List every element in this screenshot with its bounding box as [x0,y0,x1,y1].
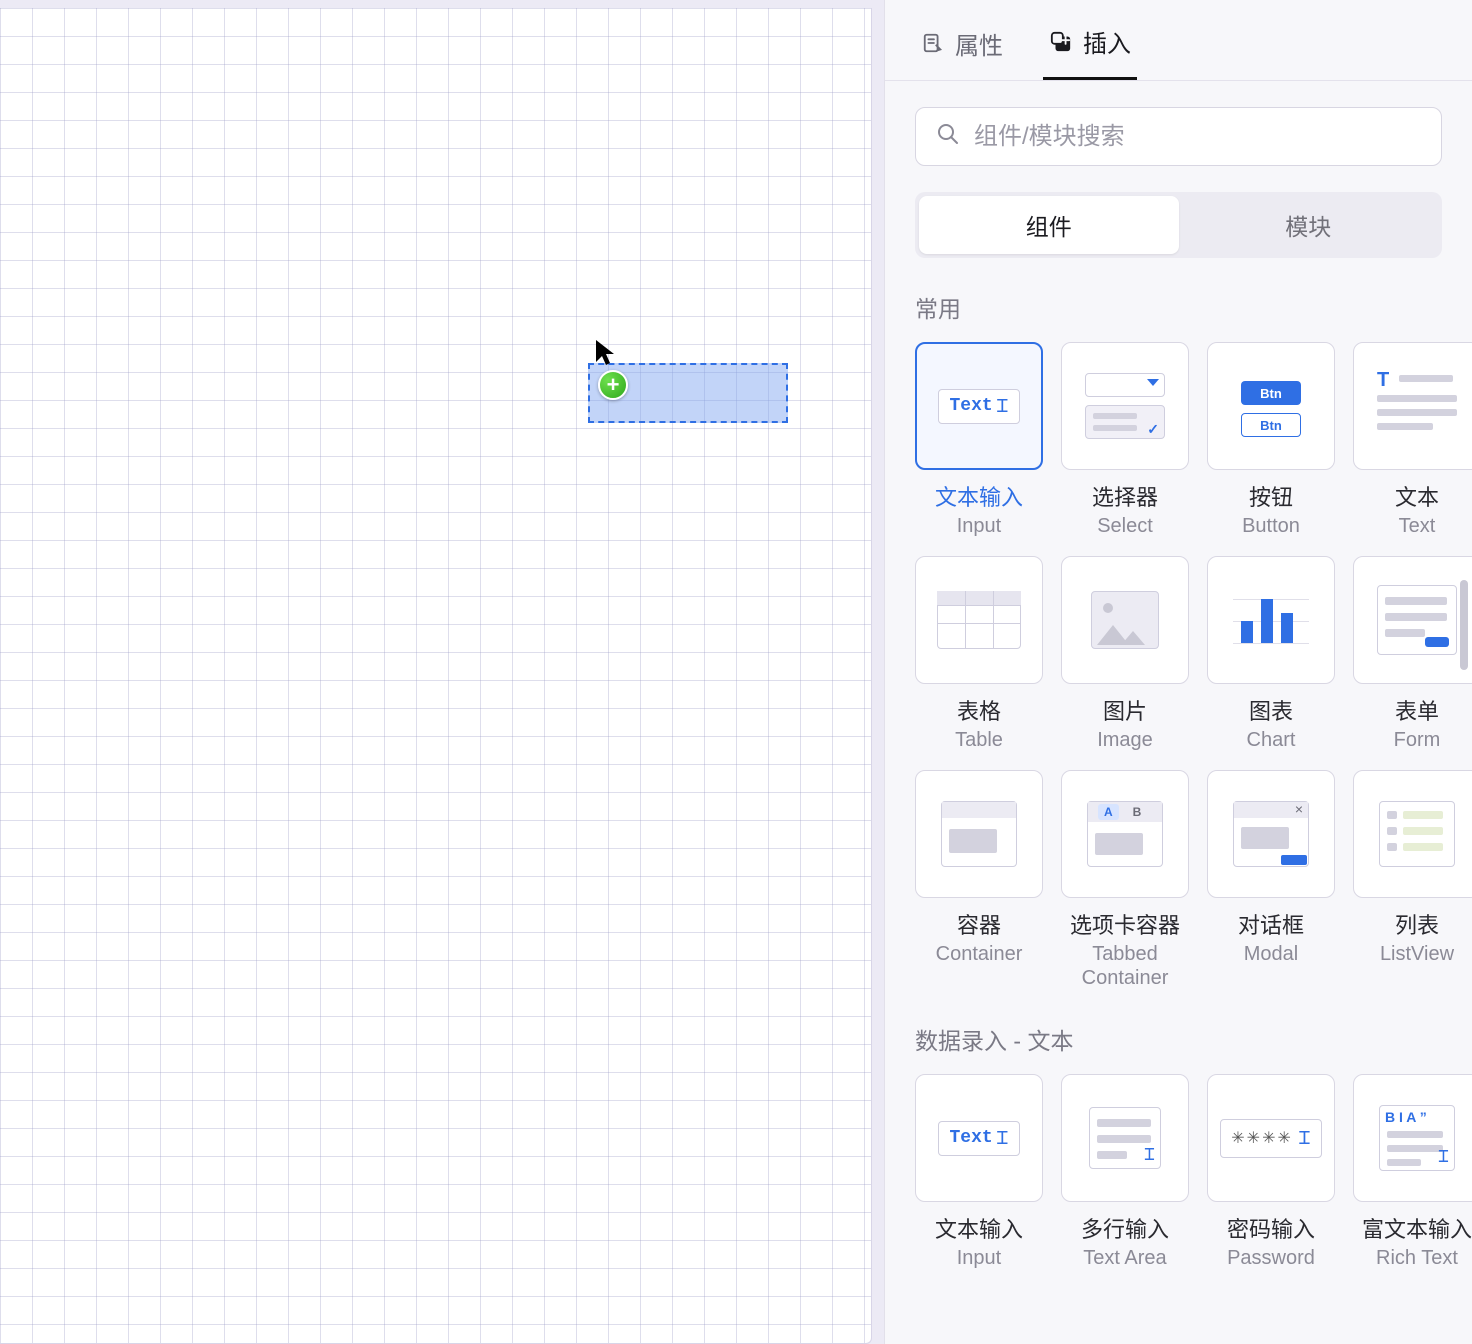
component-password[interactable]: ✳✳✳✳Ꮖ 密码输入 Password [1207,1074,1335,1270]
component-container[interactable]: 容器 Container [915,770,1043,990]
cursor-icon [594,338,616,366]
tabbed-b: B [1133,805,1142,819]
component-table-en: Table [955,728,1003,752]
canvas-grid [0,8,871,1343]
button-thumb-2: Btn [1241,413,1301,437]
tab-insert[interactable]: 插入 [1043,16,1137,80]
tab-properties[interactable]: 属性 [915,16,1009,80]
component-button-cn: 按钮 [1249,480,1293,512]
component-chart[interactable]: 图表 Chart [1207,556,1335,752]
component-table[interactable]: 表格 Table [915,556,1043,752]
component-image[interactable]: 图片 Image [1061,556,1189,752]
component-richtext[interactable]: B I A ” Ꮖ 富文本输入 Rich Text [1353,1074,1472,1270]
component-tabbed-en: Tabbed Container [1061,942,1189,990]
panel-tabs: 属性 插入 [885,0,1472,81]
component-chart-en: Chart [1247,728,1296,752]
tabbed-a: A [1098,804,1119,820]
component-textarea[interactable]: Ꮖ 多行输入 Text Area [1061,1074,1189,1270]
scrollbar-thumb[interactable] [1460,580,1468,670]
section-title-common: 常用 [915,290,1442,324]
component-password-en: Password [1227,1246,1315,1270]
component-form-en: Form [1394,728,1441,752]
canvas-area[interactable]: + [0,0,884,1344]
tab-insert-label: 插入 [1083,24,1131,59]
component-richtext-en: Rich Text [1376,1246,1458,1270]
side-panel: 属性 插入 组件 模块 常用 [884,0,1472,1344]
component-search[interactable] [915,107,1442,166]
component-password-cn: 密码输入 [1227,1212,1315,1244]
input2-thumb: Text [949,1128,992,1148]
component-richtext-cn: 富文本输入 [1362,1212,1472,1244]
component-text-cn: 文本 [1395,480,1439,512]
component-textarea-en: Text Area [1083,1246,1166,1270]
component-module-toggle: 组件 模块 [915,192,1442,258]
input-thumb-text: Text [949,396,992,416]
segment-modules[interactable]: 模块 [1179,196,1439,254]
tab-properties-label: 属性 [955,26,1003,61]
button-thumb-1: Btn [1241,381,1301,405]
component-input-data[interactable]: TextᏆ 文本输入 Input [915,1074,1043,1270]
insert-icon [1049,30,1073,54]
component-input-cn: 文本输入 [935,480,1023,512]
component-listview-en: ListView [1380,942,1454,966]
component-form-cn: 表单 [1395,694,1439,726]
component-image-cn: 图片 [1103,694,1147,726]
component-chart-cn: 图表 [1249,694,1293,726]
search-icon [936,122,960,151]
component-text[interactable]: T 文本 Text [1353,342,1472,538]
section-title-data-text: 数据录入 - 文本 [915,1022,1442,1056]
component-image-en: Image [1097,728,1153,752]
component-select-en: Select [1097,514,1153,538]
properties-icon [921,31,945,55]
modal-close: × [1295,801,1303,817]
component-input2-en: Input [957,1246,1001,1270]
component-modal-en: Modal [1244,942,1298,966]
search-input[interactable] [974,123,1421,151]
component-select-cn: 选择器 [1092,480,1158,512]
component-listview-cn: 列表 [1395,908,1439,940]
component-tabbed-cn: 选项卡容器 [1070,908,1180,940]
component-form[interactable]: 表单 Form [1353,556,1472,752]
component-modal-cn: 对话框 [1238,908,1304,940]
component-input[interactable]: TextᏆ 文本输入 Input [915,342,1043,538]
password-dots: ✳✳✳✳ [1231,1128,1293,1148]
richtext-toolbar: B I A ” [1385,1109,1427,1125]
component-input2-cn: 文本输入 [935,1212,1023,1244]
component-input-en: Input [957,514,1001,538]
component-select[interactable]: ✓ 选择器 Select [1061,342,1189,538]
segment-components[interactable]: 组件 [919,196,1179,254]
component-button[interactable]: Btn Btn 按钮 Button [1207,342,1335,538]
component-tabbed-container[interactable]: A B 选项卡容器 Tabbed Container [1061,770,1189,990]
component-modal[interactable]: × 对话框 Modal [1207,770,1335,990]
component-textarea-cn: 多行输入 [1081,1212,1169,1244]
add-indicator-icon: + [598,370,628,400]
component-button-en: Button [1242,514,1300,538]
component-listview[interactable]: 列表 ListView [1353,770,1472,990]
component-container-cn: 容器 [957,908,1001,940]
component-container-en: Container [936,942,1023,966]
text-thumb-T: T [1377,369,1389,392]
component-text-en: Text [1399,514,1436,538]
component-table-cn: 表格 [957,694,1001,726]
